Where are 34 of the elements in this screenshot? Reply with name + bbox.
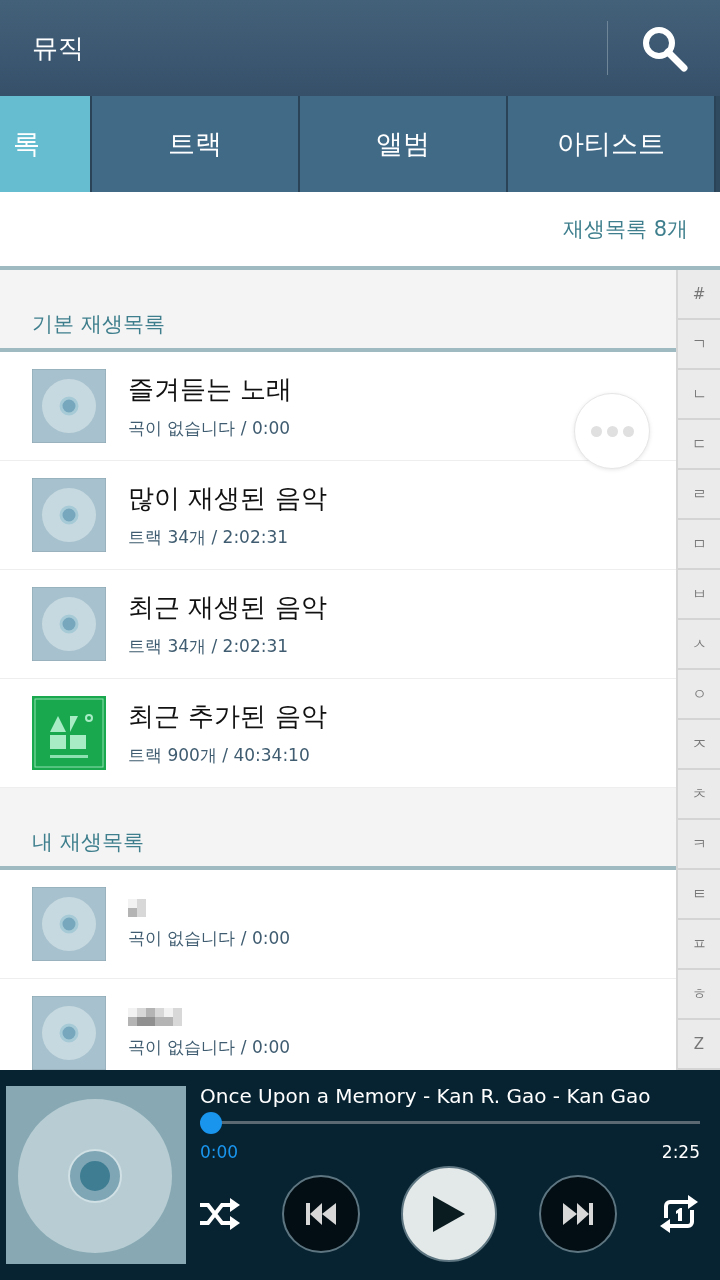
tab[interactable]: 아티스트 <box>508 96 716 192</box>
playlist-info: 곡이 없습니다 / 0:00 <box>128 926 291 950</box>
track-title: Once Upon a Memory - Kan R. Gao - Kan Gao <box>200 1084 652 1108</box>
total-time: 2:25 <box>661 1142 700 1162</box>
playlist-name: 최근 추가된 음악 <box>128 700 327 733</box>
playlist-info: 트랙 34개 / 2:02:31 <box>128 635 290 658</box>
elapsed-time: 0:00 <box>200 1142 239 1162</box>
tab[interactable]: 앨범 <box>300 96 508 192</box>
section-title: 기본 재생목록 <box>32 311 165 338</box>
section-title: 내 재생목록 <box>32 829 144 856</box>
playlist-name: 최근 재생된 음악 <box>128 591 327 624</box>
playlist-row[interactable]: 최근 재생된 음악 트랙 34개 / 2:02:31 <box>0 570 676 679</box>
shuffle-button[interactable] <box>200 1198 240 1230</box>
app-title: 뮤직 <box>32 31 85 65</box>
playlist-info: 곡이 없습니다 / 0:00 <box>128 1035 291 1059</box>
more-icon <box>590 425 634 437</box>
repeat-button[interactable] <box>658 1194 700 1234</box>
seek-thumb[interactable] <box>200 1112 222 1134</box>
playlist-name: 많이 재생된 음악 <box>128 482 327 515</box>
playlist-info: 트랙 900개 / 40:34:10 <box>128 744 311 767</box>
tab[interactable]: 록 <box>0 96 92 192</box>
shuffle-icon <box>200 1198 240 1230</box>
playlist-count: 재생목록 8개 <box>562 216 688 243</box>
next-icon <box>562 1203 593 1225</box>
tab[interactable]: 트랙 <box>92 96 300 192</box>
previous-icon <box>305 1203 336 1225</box>
playlist-info: 곡이 없습니다 / 0:00 <box>128 417 292 440</box>
play-icon <box>433 1196 465 1232</box>
repeat-one-icon <box>658 1194 700 1234</box>
playlist-row[interactable]: 곡이 없습니다 / 0:00 <box>0 870 676 979</box>
playlist-name: 즐겨듣는 노래 <box>128 373 293 406</box>
playlist-row[interactable]: 많이 재생된 음악 트랙 34개 / 2:02:31 <box>0 461 676 570</box>
search-icon <box>640 24 688 72</box>
playlist-info: 트랙 34개 / 2:02:31 <box>128 526 290 549</box>
